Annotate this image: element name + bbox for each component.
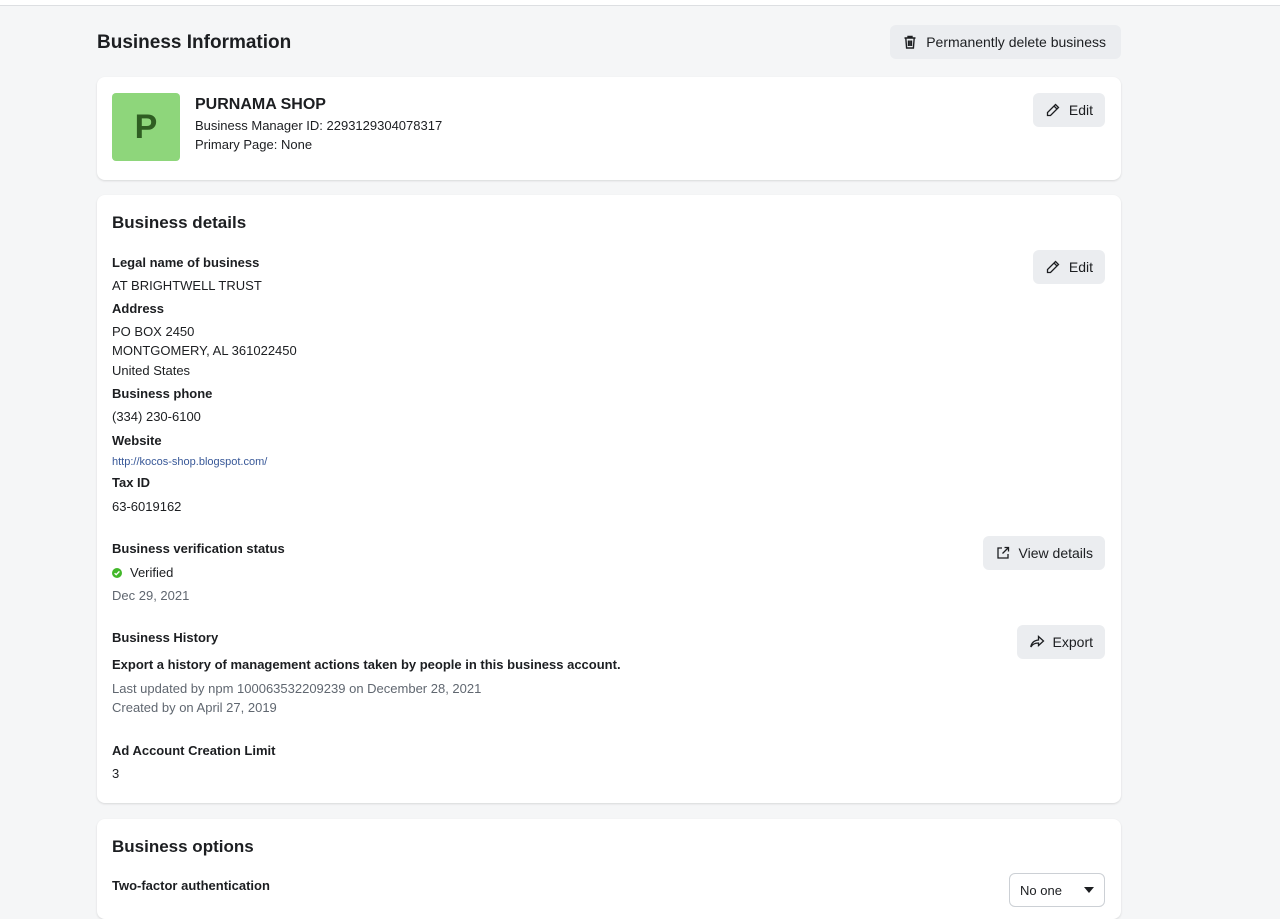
website-link[interactable]: http://kocos-shop.blogspot.com/ [112, 456, 267, 468]
primary-page: Primary Page: None [195, 137, 313, 152]
phone-value: (334) 230-6100 [112, 409, 201, 424]
business-manager-id: Business Manager ID: 2293129304078317 [195, 118, 443, 133]
edit-details-button[interactable]: Edit [1032, 250, 1105, 284]
tax-id-value: 63-6019162 [112, 499, 182, 514]
business-options-card: Business options Two-factor authenticati… [97, 819, 1121, 919]
verification-date: Dec 29, 2021 [112, 588, 190, 603]
view-details-label: View details [1018, 545, 1093, 561]
phone-label: Business phone [112, 386, 213, 401]
top-bar [0, 0, 1280, 6]
verification-label: Business verification status [112, 541, 285, 556]
pencil-icon [1046, 103, 1060, 117]
view-details-button[interactable]: View details [982, 536, 1105, 570]
share-arrow-icon [1029, 635, 1045, 648]
page-title: Business Information [97, 32, 292, 53]
edit-profile-button[interactable]: Edit [1032, 93, 1105, 127]
address-line1: PO BOX 2450 [112, 324, 195, 339]
edit-label: Edit [1068, 259, 1093, 275]
pencil-icon [1046, 260, 1060, 274]
delete-business-button[interactable]: Permanently delete business [890, 25, 1121, 59]
export-label: Export [1052, 634, 1093, 650]
twofa-select-value: No one [1020, 882, 1062, 898]
business-name: PURNAMA SHOP [195, 96, 326, 113]
address-line3: United States [112, 363, 191, 378]
business-details-card: Business details Edit Legal name of busi… [97, 195, 1121, 803]
ad-limit-label: Ad Account Creation Limit [112, 743, 276, 758]
verification-status-text: Verified [130, 565, 174, 580]
trash-icon [904, 35, 916, 49]
legal-name-label: Legal name of business [112, 255, 260, 270]
address-line2: MONTGOMERY, AL 361022450 [112, 343, 297, 358]
legal-name-value: AT BRIGHTWELL TRUST [112, 278, 262, 293]
export-button[interactable]: Export [1016, 625, 1105, 659]
avatar: P [112, 93, 180, 161]
website-label: Website [112, 433, 162, 448]
caret-down-icon [1084, 887, 1094, 893]
history-label: Business History [112, 630, 219, 645]
twofa-label: Two-factor authentication [112, 878, 270, 893]
delete-business-label: Permanently delete business [926, 34, 1106, 50]
options-title: Business options [112, 837, 254, 856]
business-profile-card: P PURNAMA SHOP Business Manager ID: 2293… [97, 77, 1121, 180]
external-link-icon [996, 546, 1009, 559]
verification-status: Verified [112, 565, 173, 580]
section-title: Business details [112, 213, 247, 232]
tax-id-label: Tax ID [112, 475, 151, 490]
check-circle-icon [112, 567, 122, 578]
ad-limit-value: 3 [112, 766, 120, 781]
address-label: Address [112, 301, 165, 316]
twofa-select[interactable]: No one [1009, 873, 1105, 907]
edit-label: Edit [1068, 102, 1093, 118]
history-created: Created by on April 27, 2019 [112, 700, 277, 715]
history-updated: Last updated by npm 100063532209239 on D… [112, 681, 482, 696]
history-description: Export a history of management actions t… [112, 657, 621, 672]
page-header: Business Information Permanently delete … [97, 25, 1121, 61]
